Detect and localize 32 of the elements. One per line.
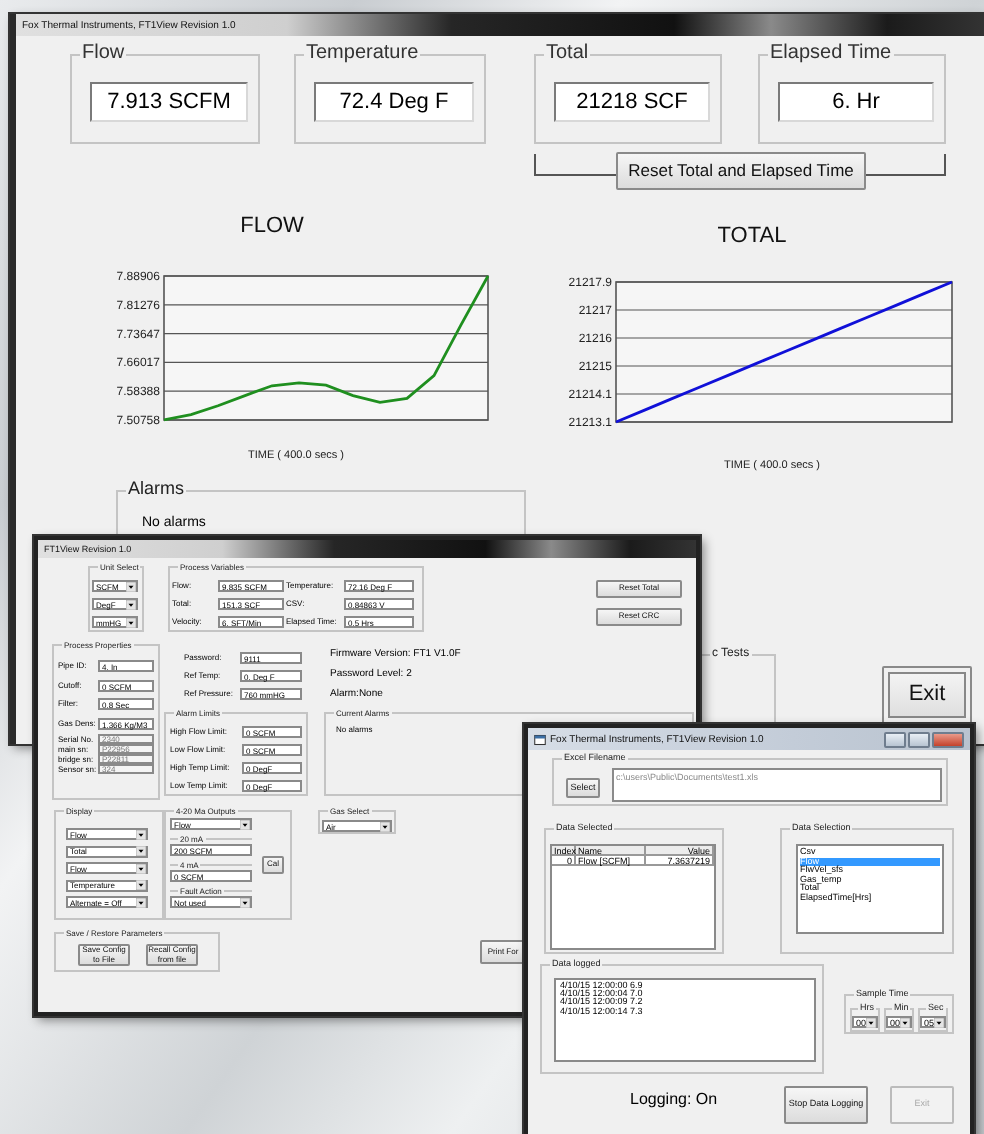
dropdown-arrow-icon — [136, 846, 146, 856]
exit-button[interactable]: Exit — [882, 666, 972, 724]
group-label: Total — [544, 44, 591, 64]
group-label: Alarms — [126, 480, 187, 498]
maximize-button[interactable] — [908, 731, 930, 747]
readout-field: 6. Hr — [778, 82, 934, 122]
dropdown-arrow-icon — [866, 1017, 877, 1027]
close-button[interactable] — [932, 731, 964, 747]
dropdown-arrow-icon — [934, 1017, 945, 1027]
dropdown-arrow-icon — [240, 897, 250, 907]
readout-field: 72.4 Deg F — [314, 82, 474, 122]
dropdown-arrow-icon — [126, 581, 136, 591]
minimize-button[interactable] — [884, 731, 906, 747]
group-label: Elapsed Time — [768, 44, 894, 64]
dropdown-arrow-icon — [136, 880, 146, 890]
dropdown-arrow-icon — [126, 617, 136, 627]
group-label: Flow — [80, 44, 127, 64]
dropdown-arrow-icon — [136, 897, 146, 907]
logging-status: Logging: On — [630, 1090, 718, 1108]
dropdown-arrow-icon — [380, 821, 390, 831]
group-label: Temperature — [304, 44, 421, 64]
readout-field: 7.913 SCFM — [90, 82, 248, 122]
window-icon — [534, 733, 546, 745]
chart-title: FLOW — [240, 214, 304, 238]
dropdown-arrow-icon — [126, 599, 136, 609]
readout-field: 21218 SCF — [554, 82, 710, 122]
dropdown-arrow-icon — [136, 829, 146, 839]
dropdown-arrow-icon — [136, 863, 146, 873]
reset-button[interactable]: Reset Total and Elapsed Time — [616, 152, 866, 190]
dropdown-arrow-icon — [240, 819, 250, 829]
chart-title: TOTAL — [717, 224, 787, 248]
dropdown-arrow-icon — [900, 1017, 911, 1027]
